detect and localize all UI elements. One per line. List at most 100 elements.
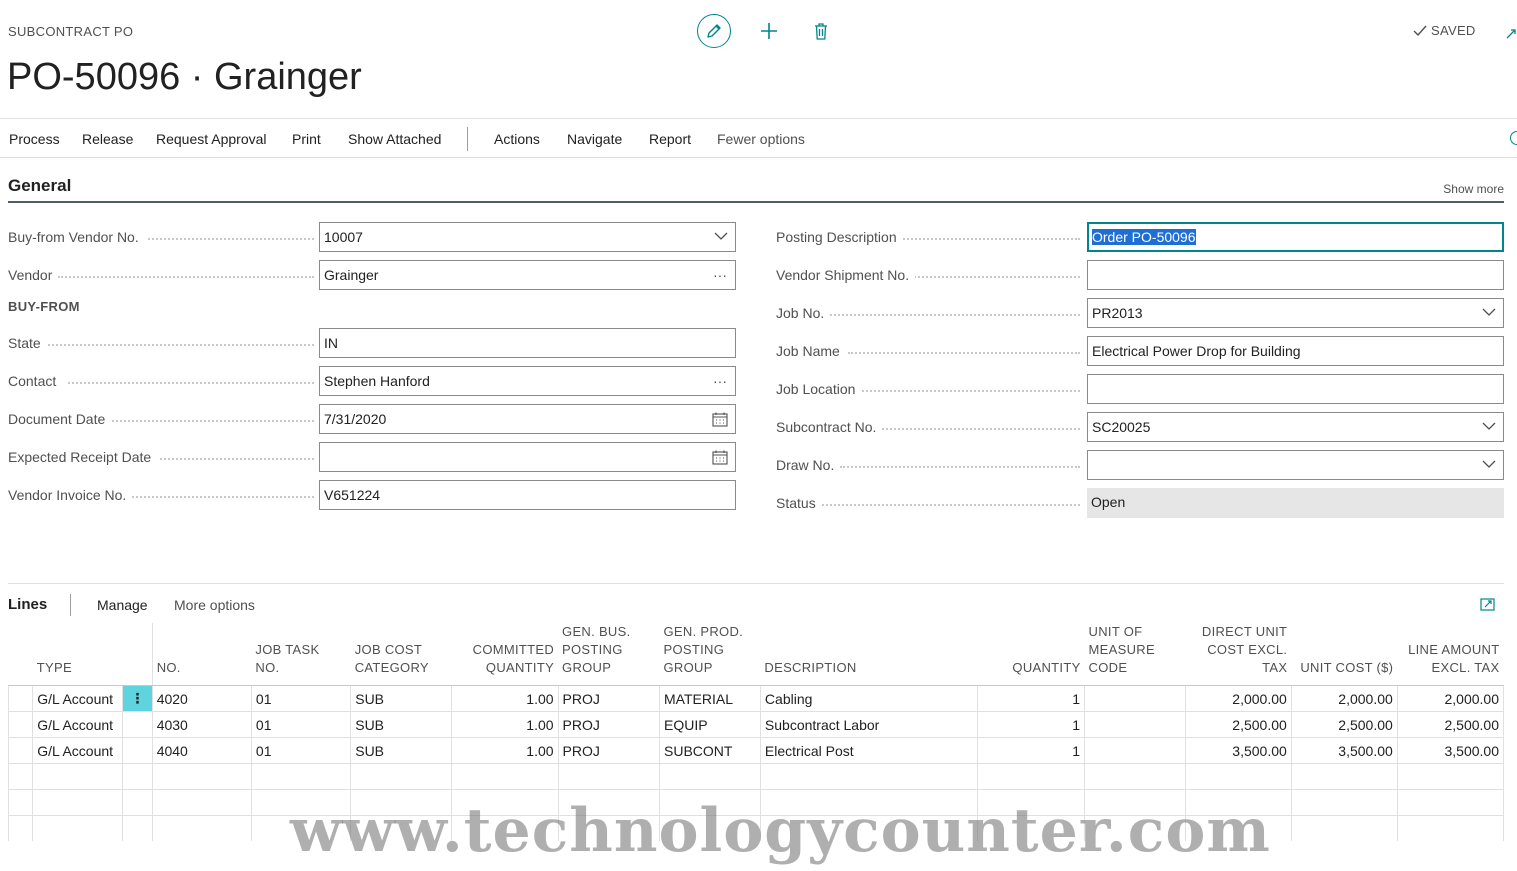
cell-type[interactable]: G/L Account: [32, 711, 124, 738]
cell-line-amount[interactable]: 2,500.00: [1396, 711, 1504, 738]
print-menu[interactable]: Print: [292, 131, 321, 147]
chevron-down-icon[interactable]: [1482, 308, 1496, 317]
cell-committed-quantity[interactable]: 1.00: [451, 685, 559, 712]
row-selector[interactable]: [8, 737, 34, 764]
cell-no[interactable]: 4020: [151, 685, 252, 712]
cell-direct-unit-cost[interactable]: 3,500.00: [1184, 737, 1292, 764]
cell-gen-bus[interactable]: PROJ: [557, 685, 661, 712]
fewer-options-button[interactable]: Fewer options: [717, 131, 805, 147]
draw-no-input[interactable]: [1087, 450, 1504, 480]
show-more-link[interactable]: Show more: [1443, 182, 1504, 196]
cell-line-amount[interactable]: 2,000.00: [1396, 685, 1504, 712]
row-selector[interactable]: [8, 711, 34, 738]
col-job-cost-category[interactable]: Job Cost Category: [350, 623, 452, 686]
col-description[interactable]: Description: [760, 623, 978, 686]
chevron-down-icon[interactable]: [714, 232, 728, 241]
cell-quantity[interactable]: 1: [977, 737, 1086, 764]
show-attached-button[interactable]: Show Attached: [348, 131, 441, 147]
navigate-menu[interactable]: Navigate: [567, 131, 622, 147]
cell-job-task-no[interactable]: 01: [250, 711, 352, 738]
cell-type[interactable]: G/L Account: [32, 685, 124, 712]
cell-uom[interactable]: [1084, 711, 1186, 738]
cell-job-cost-category[interactable]: SUB: [350, 711, 453, 738]
request-approval-menu[interactable]: Request Approval: [156, 131, 267, 147]
table-row[interactable]: G/L Account ⋮ 4020 01 SUB 1.00 PROJ MATE…: [8, 685, 1504, 712]
more-ellipsis-icon[interactable]: ···: [713, 267, 727, 283]
col-quantity[interactable]: Quantity: [977, 623, 1085, 686]
state-input[interactable]: IN: [319, 328, 736, 358]
new-button[interactable]: [755, 17, 783, 45]
cell-description[interactable]: Subcontract Labor: [759, 711, 979, 738]
cell-description[interactable]: Electrical Post: [759, 737, 979, 764]
expected-receipt-date-input[interactable]: [319, 442, 736, 472]
expand-icon[interactable]: [1505, 26, 1517, 40]
release-menu[interactable]: Release: [82, 131, 133, 147]
cell-gen-prod[interactable]: MATERIAL: [659, 685, 761, 712]
row-selector[interactable]: [8, 685, 34, 712]
job-name-input[interactable]: Electrical Power Drop for Building: [1087, 336, 1504, 366]
col-no[interactable]: No.: [151, 623, 252, 686]
subcontract-no-input[interactable]: SC20025: [1087, 412, 1504, 442]
cell-gen-prod[interactable]: EQUIP: [659, 711, 761, 738]
vendor-shipment-no-input[interactable]: [1087, 260, 1504, 290]
col-direct-unit-cost[interactable]: Direct Unit Cost Excl. Tax: [1185, 623, 1292, 686]
table-row[interactable]: G/L Account 4030 01 SUB 1.00 PROJ EQUIP …: [8, 711, 1504, 738]
row-menu-button[interactable]: [122, 737, 153, 764]
search-icon[interactable]: [1510, 131, 1517, 145]
cell-uom[interactable]: [1084, 685, 1186, 712]
col-unit-of-measure-code[interactable]: Unit of Measure Code: [1084, 623, 1186, 686]
vendor-invoice-no-input[interactable]: V651224: [319, 480, 736, 510]
cell-no[interactable]: 4030: [151, 711, 252, 738]
document-date-input[interactable]: 7/31/2020: [319, 404, 736, 434]
cell-committed-quantity[interactable]: 1.00: [451, 737, 559, 764]
more-options-button[interactable]: More options: [174, 597, 255, 613]
job-no-input[interactable]: PR2013: [1087, 298, 1504, 328]
col-job-task-no[interactable]: Job Task No.: [251, 623, 351, 686]
manage-menu[interactable]: Manage: [97, 597, 148, 613]
empty-row[interactable]: [8, 763, 1504, 790]
cell-gen-bus[interactable]: PROJ: [557, 711, 661, 738]
report-menu[interactable]: Report: [649, 131, 691, 147]
calendar-icon[interactable]: [712, 450, 728, 465]
cell-unit-cost[interactable]: 2,500.00: [1290, 711, 1398, 738]
more-ellipsis-icon[interactable]: ···: [713, 373, 727, 389]
cell-description[interactable]: Cabling: [759, 685, 979, 712]
col-unit-cost[interactable]: Unit Cost ($): [1291, 623, 1398, 686]
col-gen-bus-posting-group[interactable]: Gen. Bus. Posting Group: [558, 623, 660, 686]
col-committed-quantity[interactable]: Committed Quantity: [451, 623, 559, 686]
cell-job-cost-category[interactable]: SUB: [350, 685, 453, 712]
cell-type[interactable]: G/L Account: [32, 737, 124, 764]
col-type[interactable]: Type: [32, 623, 123, 686]
cell-direct-unit-cost[interactable]: 2,500.00: [1184, 711, 1292, 738]
cell-unit-cost[interactable]: 2,000.00: [1290, 685, 1398, 712]
general-section-header[interactable]: General Show more: [8, 176, 1504, 203]
edit-button[interactable]: [697, 14, 731, 48]
buy-from-vendor-no-input[interactable]: 10007: [319, 222, 736, 252]
table-row[interactable]: G/L Account 4040 01 SUB 1.00 PROJ SUBCON…: [8, 737, 1504, 764]
open-in-new-window-icon[interactable]: [1480, 598, 1495, 611]
row-menu-button[interactable]: ⋮: [122, 685, 153, 712]
cell-committed-quantity[interactable]: 1.00: [451, 711, 559, 738]
actions-menu[interactable]: Actions: [494, 131, 540, 147]
contact-input[interactable]: Stephen Hanford ···: [319, 366, 736, 396]
cell-quantity[interactable]: 1: [977, 685, 1086, 712]
process-menu[interactable]: Process: [9, 131, 60, 147]
col-gen-prod-posting-group[interactable]: Gen. Prod. Posting Group: [659, 623, 761, 686]
cell-gen-bus[interactable]: PROJ: [557, 737, 661, 764]
job-location-input[interactable]: [1087, 374, 1504, 404]
cell-line-amount[interactable]: 3,500.00: [1396, 737, 1504, 764]
chevron-down-icon[interactable]: [1482, 422, 1496, 431]
cell-unit-cost[interactable]: 3,500.00: [1290, 737, 1398, 764]
cell-job-task-no[interactable]: 01: [250, 685, 352, 712]
chevron-down-icon[interactable]: [1482, 460, 1496, 469]
col-line-amount[interactable]: Line Amount Excl. Tax: [1397, 623, 1504, 686]
delete-button[interactable]: [811, 17, 831, 45]
row-menu-button[interactable]: [122, 711, 153, 738]
calendar-icon[interactable]: [712, 412, 728, 427]
posting-description-input[interactable]: Order PO-50096: [1087, 222, 1504, 252]
vendor-input[interactable]: Grainger ···: [319, 260, 736, 290]
cell-direct-unit-cost[interactable]: 2,000.00: [1184, 685, 1292, 712]
cell-job-task-no[interactable]: 01: [250, 737, 352, 764]
cell-job-cost-category[interactable]: SUB: [350, 737, 453, 764]
cell-quantity[interactable]: 1: [977, 711, 1086, 738]
